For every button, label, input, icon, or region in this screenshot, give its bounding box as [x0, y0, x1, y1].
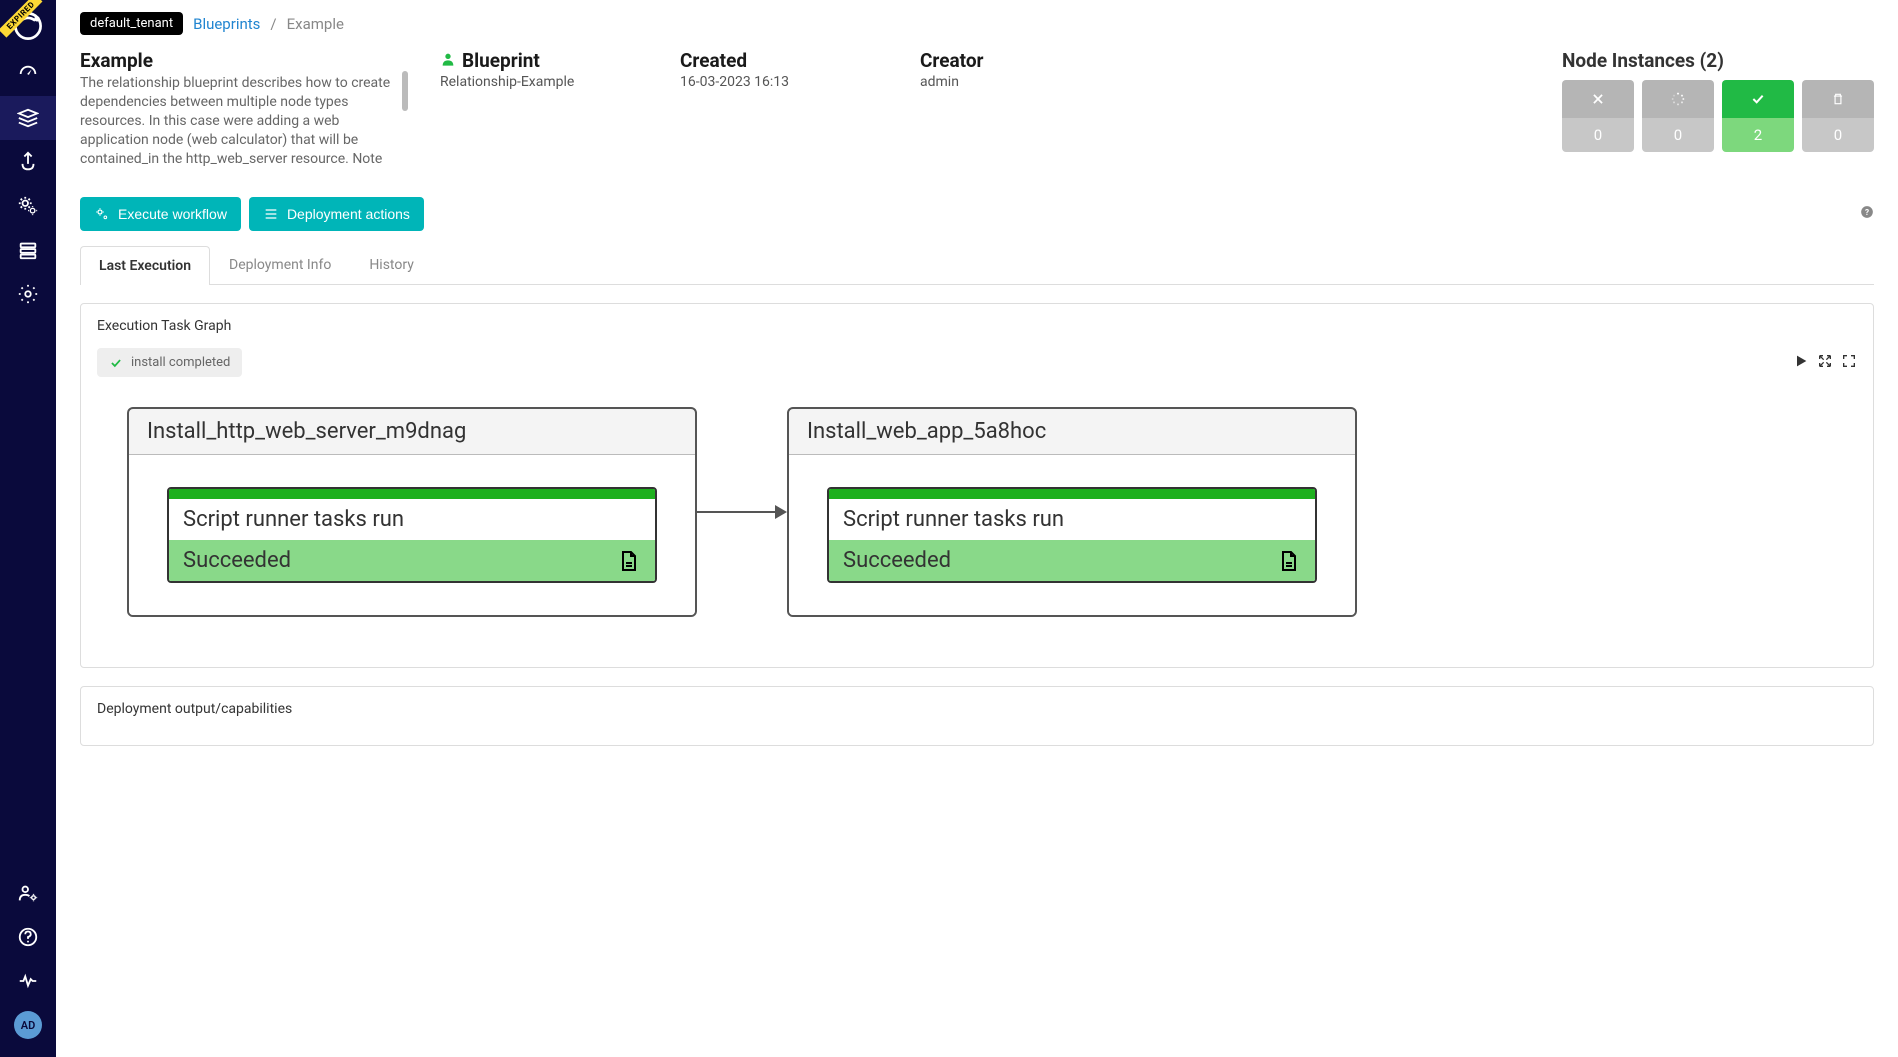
graph-area[interactable]: Install_http_web_server_m9dnag Script ru… — [97, 397, 1857, 647]
avatar[interactable]: AD — [14, 1011, 42, 1039]
task-progress-bar — [169, 489, 655, 499]
execution-graph-panel: Execution Task Graph install completed I… — [80, 303, 1874, 668]
graph-node-1[interactable]: Install_http_web_server_m9dnag Script ru… — [127, 407, 697, 617]
breadcrumb-separator: / — [270, 15, 276, 33]
blueprint-value: Relationship-Example — [440, 74, 640, 90]
sidebar: EXPIRED — [0, 0, 56, 1057]
breadcrumb-blueprints-link[interactable]: Blueprints — [193, 15, 260, 33]
user-icon — [440, 49, 456, 72]
gears-icon — [94, 206, 110, 222]
status-inprogress[interactable]: 0 — [1642, 80, 1714, 152]
output-panel-title: Deployment output/capabilities — [97, 701, 1857, 717]
settings-gears-icon[interactable] — [0, 184, 56, 228]
health-icon[interactable] — [0, 959, 56, 1003]
deployment-name: Example — [80, 49, 400, 72]
status-success[interactable]: 2 — [1722, 80, 1794, 152]
users-gear-icon[interactable] — [0, 871, 56, 915]
graph-node-title: Install_http_web_server_m9dnag — [129, 409, 695, 455]
status-boxes: 0 0 2 0 — [1562, 80, 1874, 152]
blueprints-icon[interactable] — [0, 96, 56, 140]
task-label: Script runner tasks run — [829, 499, 1315, 540]
status-failed[interactable]: 0 — [1562, 80, 1634, 152]
deployments-icon[interactable] — [0, 140, 56, 184]
fit-icon[interactable] — [1817, 353, 1833, 373]
fullscreen-icon[interactable] — [1841, 353, 1857, 373]
panel-title: Execution Task Graph — [97, 318, 1857, 334]
tabs: Last Execution Deployment Info History — [80, 245, 1874, 285]
graph-node-title: Install_web_app_5a8hoc — [789, 409, 1355, 455]
document-icon — [617, 549, 641, 573]
created-value: 16-03-2023 16:13 — [680, 74, 880, 90]
tab-history[interactable]: History — [350, 245, 433, 284]
help-icon[interactable] — [0, 915, 56, 959]
check-icon — [109, 356, 123, 370]
status-count: 0 — [1802, 118, 1874, 152]
description-scrollbar[interactable] — [402, 71, 408, 111]
tenant-badge[interactable]: default_tenant — [80, 12, 183, 35]
creator-label: Creator — [920, 49, 1050, 72]
graph-arrow — [697, 505, 787, 519]
resources-icon[interactable] — [0, 228, 56, 272]
node-instances-label: Node Instances (2) — [1562, 49, 1874, 72]
spinner-icon — [1642, 80, 1714, 118]
main-content: default_tenant Blueprints / Example Exam… — [56, 0, 1898, 1057]
task-box[interactable]: Script runner tasks run Succeeded — [827, 487, 1317, 583]
breadcrumb-current: Example — [287, 15, 344, 33]
trash-icon — [1802, 80, 1874, 118]
x-icon — [1562, 80, 1634, 118]
svg-text:?: ? — [1865, 207, 1869, 217]
output-panel: Deployment output/capabilities — [80, 686, 1874, 746]
blueprint-label: Blueprint — [440, 49, 640, 72]
deployment-description: The relationship blueprint describes how… — [80, 74, 400, 169]
play-icon[interactable] — [1793, 353, 1809, 373]
check-icon — [1722, 80, 1794, 118]
help-question-icon[interactable]: ? — [1860, 205, 1874, 223]
status-deleted[interactable]: 0 — [1802, 80, 1874, 152]
task-status: Succeeded — [169, 540, 655, 581]
dashboard-icon[interactable] — [0, 52, 56, 96]
task-progress-bar — [829, 489, 1315, 499]
status-count: 0 — [1562, 118, 1634, 152]
execute-workflow-button[interactable]: Execute workflow — [80, 197, 241, 231]
deployment-actions-button[interactable]: Deployment actions — [249, 197, 424, 231]
graph-node-2[interactable]: Install_web_app_5a8hoc Script runner tas… — [787, 407, 1357, 617]
tab-last-execution[interactable]: Last Execution — [80, 246, 210, 285]
document-icon — [1277, 549, 1301, 573]
status-count: 0 — [1642, 118, 1714, 152]
execution-status-badge: install completed — [97, 348, 242, 377]
task-status: Succeeded — [829, 540, 1315, 581]
breadcrumb: default_tenant Blueprints / Example — [80, 12, 1874, 35]
gear-icon[interactable] — [0, 272, 56, 316]
task-label: Script runner tasks run — [169, 499, 655, 540]
created-label: Created — [680, 49, 880, 72]
creator-value: admin — [920, 74, 1050, 90]
task-box[interactable]: Script runner tasks run Succeeded — [167, 487, 657, 583]
tab-deployment-info[interactable]: Deployment Info — [210, 245, 350, 284]
list-icon — [263, 206, 279, 222]
status-count: 2 — [1722, 118, 1794, 152]
